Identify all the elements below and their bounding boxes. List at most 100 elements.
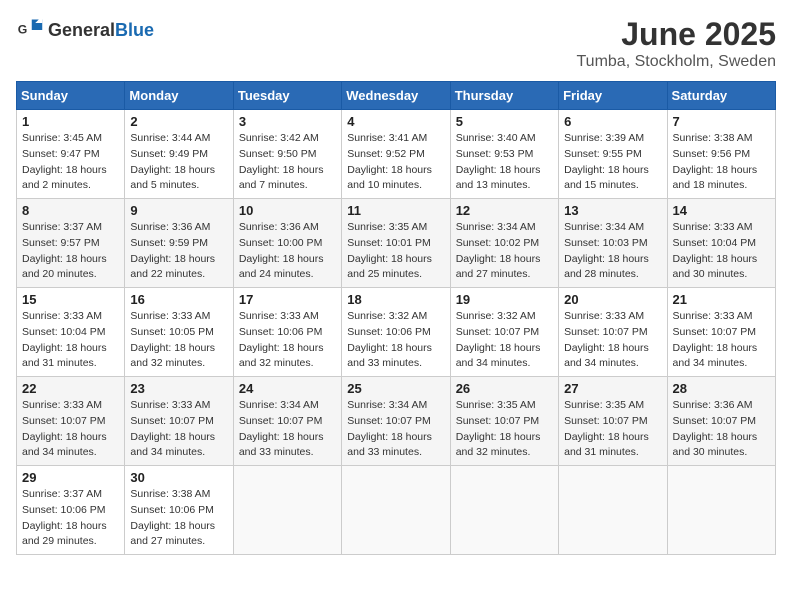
header-monday: Monday — [125, 82, 233, 110]
calendar-cell: 25 Sunrise: 3:34 AM Sunset: 10:07 PM Day… — [342, 377, 450, 466]
calendar-cell: 4 Sunrise: 3:41 AM Sunset: 9:52 PM Dayli… — [342, 110, 450, 199]
day-number: 16 — [130, 292, 227, 307]
day-info: Sunrise: 3:33 AM Sunset: 10:07 PM Daylig… — [22, 398, 119, 461]
header-thursday: Thursday — [450, 82, 558, 110]
calendar-cell — [342, 466, 450, 555]
calendar-cell: 10 Sunrise: 3:36 AM Sunset: 10:00 PM Day… — [233, 199, 341, 288]
day-number: 5 — [456, 114, 553, 129]
day-info: Sunrise: 3:38 AM Sunset: 10:06 PM Daylig… — [130, 487, 227, 550]
header-sunday: Sunday — [17, 82, 125, 110]
day-number: 22 — [22, 381, 119, 396]
day-info: Sunrise: 3:45 AM Sunset: 9:47 PM Dayligh… — [22, 131, 119, 194]
calendar-cell: 12 Sunrise: 3:34 AM Sunset: 10:02 PM Day… — [450, 199, 558, 288]
calendar-header: SundayMondayTuesdayWednesdayThursdayFrid… — [17, 82, 776, 110]
day-number: 13 — [564, 203, 661, 218]
day-number: 11 — [347, 203, 444, 218]
day-number: 1 — [22, 114, 119, 129]
calendar-cell: 7 Sunrise: 3:38 AM Sunset: 9:56 PM Dayli… — [667, 110, 775, 199]
day-info: Sunrise: 3:41 AM Sunset: 9:52 PM Dayligh… — [347, 131, 444, 194]
day-info: Sunrise: 3:32 AM Sunset: 10:07 PM Daylig… — [456, 309, 553, 372]
day-info: Sunrise: 3:44 AM Sunset: 9:49 PM Dayligh… — [130, 131, 227, 194]
day-number: 12 — [456, 203, 553, 218]
calendar-cell: 5 Sunrise: 3:40 AM Sunset: 9:53 PM Dayli… — [450, 110, 558, 199]
day-number: 6 — [564, 114, 661, 129]
day-number: 15 — [22, 292, 119, 307]
logo-icon: G — [16, 16, 44, 44]
day-number: 17 — [239, 292, 336, 307]
day-info: Sunrise: 3:33 AM Sunset: 10:07 PM Daylig… — [130, 398, 227, 461]
day-info: Sunrise: 3:40 AM Sunset: 9:53 PM Dayligh… — [456, 131, 553, 194]
calendar-cell: 13 Sunrise: 3:34 AM Sunset: 10:03 PM Day… — [559, 199, 667, 288]
day-number: 9 — [130, 203, 227, 218]
day-info: Sunrise: 3:33 AM Sunset: 10:07 PM Daylig… — [564, 309, 661, 372]
calendar-cell: 9 Sunrise: 3:36 AM Sunset: 9:59 PM Dayli… — [125, 199, 233, 288]
title-area: June 2025 Tumba, Stockholm, Sweden — [577, 16, 777, 71]
day-number: 14 — [673, 203, 770, 218]
calendar-cell: 17 Sunrise: 3:33 AM Sunset: 10:06 PM Day… — [233, 288, 341, 377]
day-info: Sunrise: 3:33 AM Sunset: 10:06 PM Daylig… — [239, 309, 336, 372]
logo-blue: Blue — [115, 20, 154, 40]
week-row-2: 8 Sunrise: 3:37 AM Sunset: 9:57 PM Dayli… — [17, 199, 776, 288]
day-info: Sunrise: 3:37 AM Sunset: 9:57 PM Dayligh… — [22, 220, 119, 283]
calendar-cell: 22 Sunrise: 3:33 AM Sunset: 10:07 PM Day… — [17, 377, 125, 466]
calendar-cell: 23 Sunrise: 3:33 AM Sunset: 10:07 PM Day… — [125, 377, 233, 466]
calendar-body: 1 Sunrise: 3:45 AM Sunset: 9:47 PM Dayli… — [17, 110, 776, 555]
day-info: Sunrise: 3:33 AM Sunset: 10:04 PM Daylig… — [673, 220, 770, 283]
day-number: 29 — [22, 470, 119, 485]
day-number: 28 — [673, 381, 770, 396]
day-number: 19 — [456, 292, 553, 307]
calendar-cell: 11 Sunrise: 3:35 AM Sunset: 10:01 PM Day… — [342, 199, 450, 288]
day-number: 23 — [130, 381, 227, 396]
month-title: June 2025 — [577, 16, 777, 53]
logo-general: General — [48, 20, 115, 40]
day-info: Sunrise: 3:36 AM Sunset: 10:07 PM Daylig… — [673, 398, 770, 461]
day-number: 30 — [130, 470, 227, 485]
location-title: Tumba, Stockholm, Sweden — [577, 53, 777, 71]
header-wednesday: Wednesday — [342, 82, 450, 110]
svg-text:G: G — [18, 23, 28, 37]
day-number: 2 — [130, 114, 227, 129]
day-info: Sunrise: 3:36 AM Sunset: 9:59 PM Dayligh… — [130, 220, 227, 283]
day-info: Sunrise: 3:38 AM Sunset: 9:56 PM Dayligh… — [673, 131, 770, 194]
day-info: Sunrise: 3:32 AM Sunset: 10:06 PM Daylig… — [347, 309, 444, 372]
week-row-3: 15 Sunrise: 3:33 AM Sunset: 10:04 PM Day… — [17, 288, 776, 377]
day-info: Sunrise: 3:35 AM Sunset: 10:01 PM Daylig… — [347, 220, 444, 283]
day-number: 21 — [673, 292, 770, 307]
day-info: Sunrise: 3:39 AM Sunset: 9:55 PM Dayligh… — [564, 131, 661, 194]
calendar-cell: 28 Sunrise: 3:36 AM Sunset: 10:07 PM Day… — [667, 377, 775, 466]
day-info: Sunrise: 3:34 AM Sunset: 10:07 PM Daylig… — [239, 398, 336, 461]
day-number: 3 — [239, 114, 336, 129]
calendar-cell: 16 Sunrise: 3:33 AM Sunset: 10:05 PM Day… — [125, 288, 233, 377]
week-row-5: 29 Sunrise: 3:37 AM Sunset: 10:06 PM Day… — [17, 466, 776, 555]
calendar-cell — [667, 466, 775, 555]
day-info: Sunrise: 3:33 AM Sunset: 10:07 PM Daylig… — [673, 309, 770, 372]
header-row: SundayMondayTuesdayWednesdayThursdayFrid… — [17, 82, 776, 110]
day-number: 25 — [347, 381, 444, 396]
day-info: Sunrise: 3:34 AM Sunset: 10:03 PM Daylig… — [564, 220, 661, 283]
calendar-cell: 1 Sunrise: 3:45 AM Sunset: 9:47 PM Dayli… — [17, 110, 125, 199]
week-row-4: 22 Sunrise: 3:33 AM Sunset: 10:07 PM Day… — [17, 377, 776, 466]
calendar-cell: 14 Sunrise: 3:33 AM Sunset: 10:04 PM Day… — [667, 199, 775, 288]
day-info: Sunrise: 3:42 AM Sunset: 9:50 PM Dayligh… — [239, 131, 336, 194]
page-header: G GeneralBlue June 2025 Tumba, Stockholm… — [16, 16, 776, 71]
day-number: 7 — [673, 114, 770, 129]
calendar-cell — [559, 466, 667, 555]
day-info: Sunrise: 3:33 AM Sunset: 10:05 PM Daylig… — [130, 309, 227, 372]
day-number: 24 — [239, 381, 336, 396]
calendar-cell: 6 Sunrise: 3:39 AM Sunset: 9:55 PM Dayli… — [559, 110, 667, 199]
day-info: Sunrise: 3:34 AM Sunset: 10:07 PM Daylig… — [347, 398, 444, 461]
calendar-cell: 27 Sunrise: 3:35 AM Sunset: 10:07 PM Day… — [559, 377, 667, 466]
day-info: Sunrise: 3:37 AM Sunset: 10:06 PM Daylig… — [22, 487, 119, 550]
day-info: Sunrise: 3:35 AM Sunset: 10:07 PM Daylig… — [456, 398, 553, 461]
day-number: 26 — [456, 381, 553, 396]
logo: G GeneralBlue — [16, 16, 154, 44]
header-friday: Friday — [559, 82, 667, 110]
day-number: 10 — [239, 203, 336, 218]
calendar-cell: 19 Sunrise: 3:32 AM Sunset: 10:07 PM Day… — [450, 288, 558, 377]
day-number: 20 — [564, 292, 661, 307]
calendar-cell: 29 Sunrise: 3:37 AM Sunset: 10:06 PM Day… — [17, 466, 125, 555]
day-number: 4 — [347, 114, 444, 129]
day-number: 8 — [22, 203, 119, 218]
calendar-table: SundayMondayTuesdayWednesdayThursdayFrid… — [16, 81, 776, 555]
day-info: Sunrise: 3:33 AM Sunset: 10:04 PM Daylig… — [22, 309, 119, 372]
